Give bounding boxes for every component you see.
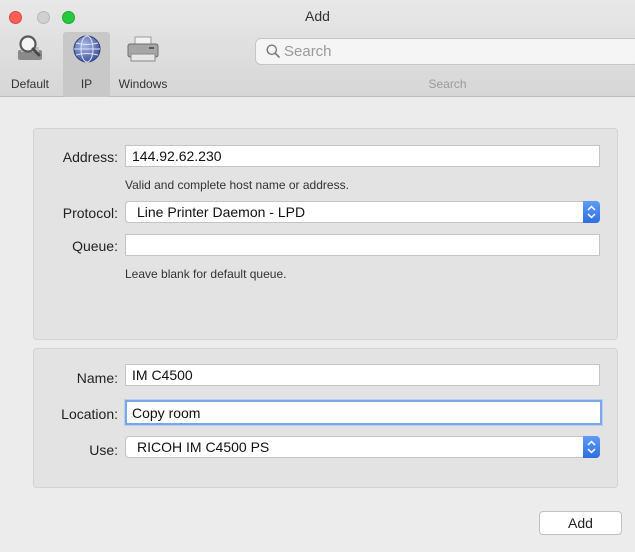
name-field[interactable]	[125, 364, 600, 386]
driver-selected-value: RICOH IM C4500 PS	[137, 439, 270, 455]
select-stepper-icon	[583, 201, 600, 223]
address-field[interactable]	[125, 145, 600, 167]
search-caption: Search	[428, 77, 467, 91]
protocol-selected-value: Line Printer Daemon - LPD	[137, 204, 306, 220]
connection-panel: Address: Valid and complete host name or…	[33, 128, 618, 340]
select-stepper-icon	[583, 436, 600, 458]
location-label: Location:	[61, 406, 118, 422]
name-label: Name:	[76, 370, 118, 386]
location-field[interactable]	[125, 400, 602, 425]
toolbar-item-windows[interactable]: Windows	[110, 32, 176, 97]
window-title: Add	[305, 8, 330, 24]
windows-printer-icon	[125, 34, 161, 67]
queue-hint: Leave blank for default queue.	[125, 267, 287, 281]
toolbar-item-label: IP	[80, 77, 93, 91]
address-label: Address:	[62, 149, 118, 165]
queue-label: Queue:	[72, 238, 118, 254]
protocol-select[interactable]: Line Printer Daemon - LPD	[125, 201, 600, 223]
driver-use-select[interactable]: RICOH IM C4500 PS	[125, 436, 600, 458]
default-printers-icon	[13, 34, 47, 67]
search-field[interactable]	[255, 38, 635, 65]
toolbar-item-label: Windows	[118, 77, 168, 91]
search-icon	[266, 44, 280, 61]
protocol-label: Protocol:	[62, 205, 118, 221]
toolbar-item-ip[interactable]: IP	[63, 32, 110, 97]
search-input[interactable]	[284, 41, 624, 62]
toolbar-item-label: Default	[10, 77, 50, 91]
address-hint: Valid and complete host name or address.	[125, 178, 349, 192]
toolbar-item-default[interactable]: Default	[0, 32, 60, 97]
add-printer-button[interactable]: Add	[539, 511, 622, 535]
use-label: Use:	[89, 442, 118, 458]
printer-info-panel: Name: Location: Use: RICOH IM C4500 PS	[33, 348, 618, 488]
globe-network-icon	[71, 34, 103, 67]
window-toolbar: Add Default IP Windows Search Search	[0, 0, 635, 97]
queue-field[interactable]	[125, 234, 600, 256]
